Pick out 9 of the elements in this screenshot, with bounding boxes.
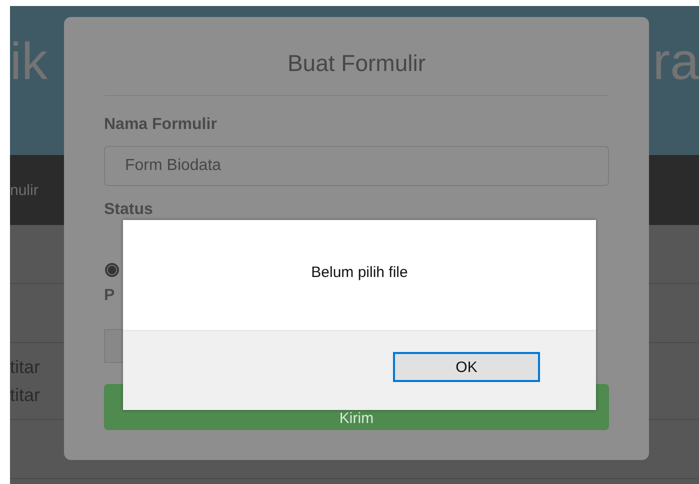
field-label: Status bbox=[104, 202, 154, 218]
text-field[interactable]: Form Biodata bbox=[104, 146, 609, 186]
alert-message: Belum pilih file bbox=[311, 264, 408, 282]
field-label: Nama Formulir bbox=[104, 116, 218, 134]
dialog-title: Buat Formulir bbox=[286, 50, 427, 76]
field-label: P bbox=[104, 287, 116, 305]
nav-link[interactable]: nulir bbox=[10, 182, 38, 198]
ok-button[interactable]: OK bbox=[393, 352, 540, 382]
radio-button[interactable] bbox=[105, 263, 119, 277]
